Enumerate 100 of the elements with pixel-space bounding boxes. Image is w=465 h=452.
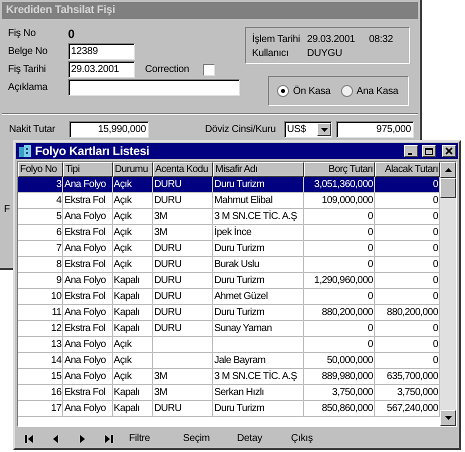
table-cell: Açık [112,225,154,241]
input-field[interactable]: 12389 [68,43,135,60]
table-cell: 5 [18,209,64,225]
column-header[interactable]: Durumu [112,162,154,177]
table-cell: Ana Folyo [63,273,113,289]
close-icon[interactable] [442,145,456,157]
table-cell: 13 [18,337,64,353]
table-cell: Ekstra Fol [63,321,113,337]
table-cell: Ekstra Fol [63,385,113,401]
table-cell: 3,051,360,000 [304,177,375,193]
table-cell: 8 [18,257,64,273]
table-cell: Kapalı [112,289,154,305]
column-header[interactable]: Borç Tutarı [304,162,375,177]
input-field[interactable]: 29.03.2001 [68,61,135,78]
input-field[interactable]: 15,990,000 [69,121,149,138]
table-cell: 0 [304,225,375,241]
table-cell: 7 [18,241,64,257]
radio-button[interactable] [340,85,353,97]
window-title: Folyo Kartları Listesi [35,143,150,160]
table-cell: Duru Turizm [213,305,304,321]
table-cell: Sunay Yaman [213,321,304,337]
field-label: Döviz Cinsi/Kuru [205,123,277,137]
column-header[interactable]: Misafir Adı [213,162,304,177]
radio-label[interactable]: Ön Kasa [293,84,331,98]
table-cell: 0 [304,241,375,257]
next-record-icon[interactable] [77,434,87,444]
scroll-up-icon[interactable] [440,162,456,178]
table-cell: Açık [112,369,154,385]
table-cell: Açık [112,337,154,353]
table-cell: 0 [304,321,375,337]
toolbar-button[interactable]: Detay [237,431,291,446]
table-cell: Ana Folyo [63,401,113,417]
table-cell: Duru Turizm [213,241,304,257]
table-cell: Açık [112,241,154,257]
field-label: Nakit Tutar [9,123,56,137]
toolbar-button[interactable]: Seçim [183,431,237,446]
table-cell: 11 [18,305,64,321]
building-icon [19,145,31,157]
table-cell: 15 [18,369,64,385]
table-cell: DURU [153,289,214,305]
table-cell: 17 [18,401,64,417]
table-cell: 50,000,000 [304,353,375,369]
currency-dropdown[interactable]: US$ [284,121,332,138]
scroll-thumb[interactable] [440,178,456,198]
column-header[interactable]: Folyo No [18,162,64,177]
table-cell: 9 [18,273,64,289]
table-cell: Ana Folyo [63,353,113,369]
table-cell: Kapalı [112,305,154,321]
radio-label[interactable]: Ana Kasa [356,84,398,98]
column-header[interactable]: Acenta Kodu [153,162,214,177]
table-cell: Ekstra Fol [63,257,113,273]
info-label: İşlem Tarihi [252,32,301,46]
table-cell: 12 [18,321,64,337]
column-header[interactable]: Alacak Tutarı [374,162,440,177]
table-cell: Kapalı [112,273,154,289]
scrollbar[interactable] [440,162,456,426]
table-cell: Kapalı [112,321,154,337]
table-cell: 109,000,000 [304,193,375,209]
table-cell: Kapalı [112,385,154,401]
field-label: Fiş No [8,27,37,41]
table-cell: İpek İnce [213,225,304,241]
column-header[interactable]: Tipi [63,162,113,177]
toolbar-button[interactable]: Çıkış [291,431,345,446]
table-cell: 0 [304,209,375,225]
toolbar-button[interactable]: Filtre [129,431,183,446]
first-record-icon[interactable] [25,434,35,444]
maximize-icon[interactable] [422,145,436,157]
previous-record-icon[interactable] [51,434,61,444]
checkbox[interactable] [203,64,215,76]
table-cell: DURU [153,177,214,193]
table-cell: 880,200,000 [304,305,375,321]
input-field[interactable] [68,79,240,96]
table-cell: Açık [112,209,154,225]
table-cell: Ana Folyo [63,241,113,257]
minimize-icon[interactable] [404,145,418,157]
table-cell: DURU [153,241,214,257]
table-cell: Açık [112,353,154,369]
table-cell: 3 M SN.CE TİC. A.Ş [213,369,304,385]
table-cell: DURU [153,401,214,417]
table-cell: Ana Folyo [63,337,113,353]
table-cell: 889,980,000 [304,369,375,385]
radio-button[interactable] [277,85,289,97]
table-cell: 3M [153,385,214,401]
input-field[interactable]: 975,000 [336,121,414,138]
table-cell: Kapalı [112,401,154,417]
last-record-icon[interactable] [103,434,113,444]
table-cell: Ana Folyo [63,209,113,225]
table-cell: Ana Folyo [63,177,113,193]
table-cell: 3 M SN.CE TİC. A.Ş [213,209,304,225]
table-cell [153,353,214,369]
table-cell: 3M [153,369,214,385]
info-value: DUYGU [307,46,344,60]
table-cell: 10 [18,289,64,305]
field-label: F [4,203,10,217]
table-cell: Ana Folyo [63,305,113,321]
field-label: Açıklama [8,81,49,95]
scroll-down-icon[interactable] [440,410,456,426]
info-value: 29.03.2001 [307,32,356,46]
table-cell: 6 [18,225,64,241]
field-value: 0 [68,26,74,42]
